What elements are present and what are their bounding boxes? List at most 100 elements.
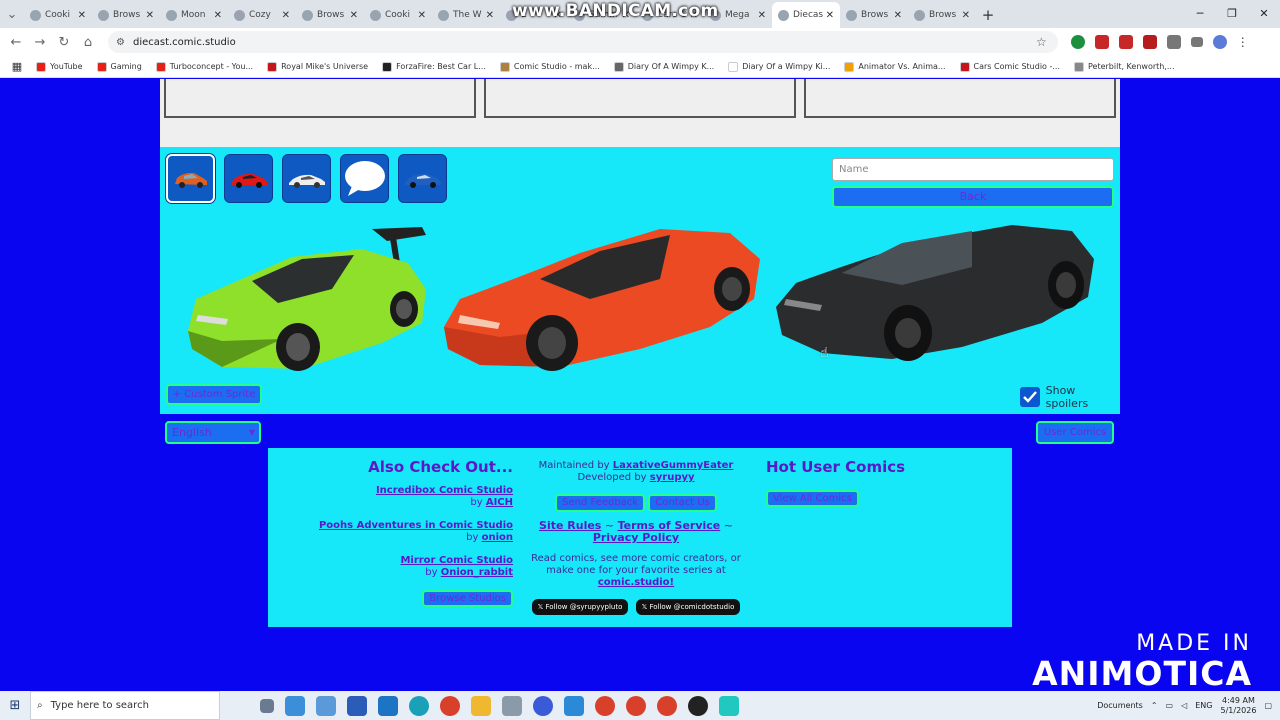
- apps-grid-icon[interactable]: ▦: [6, 60, 28, 73]
- sprite-thumb-speech-bubble[interactable]: [340, 154, 389, 203]
- show-spoilers-toggle[interactable]: Show spoilers: [1020, 384, 1120, 410]
- studio-link[interactable]: Incredibox Comic Studio: [376, 485, 513, 496]
- clock[interactable]: 4:49 AM 5/1/2026: [1221, 696, 1257, 716]
- puzzle-extensions-icon[interactable]: [1166, 35, 1181, 49]
- privacy-link[interactable]: Privacy Policy: [593, 531, 679, 544]
- sprite-thumb-white-car[interactable]: [282, 154, 331, 203]
- studio-link[interactable]: Mirror Comic Studio: [400, 555, 513, 566]
- close-tab-icon[interactable]: ✕: [894, 10, 902, 21]
- follow-comicdotstudio-button[interactable]: 𝕏 Follow @comicdotstudio: [635, 599, 741, 615]
- close-tab-icon[interactable]: ✕: [78, 10, 86, 21]
- author-link[interactable]: Onion_rabbit: [441, 567, 513, 578]
- sprite-thumb-blue-car[interactable]: [398, 154, 447, 203]
- volume-icon[interactable]: ◁: [1181, 701, 1187, 710]
- close-tab-icon[interactable]: ✕: [486, 10, 494, 21]
- browser-tab[interactable]: Brows ✕: [92, 2, 160, 28]
- notifications-icon[interactable]: ▢: [1264, 701, 1272, 710]
- chrome-icon[interactable]: [657, 695, 677, 716]
- bookmark-item[interactable]: Turboconcept - You...: [155, 61, 253, 72]
- network-icon[interactable]: ▭: [1166, 701, 1174, 710]
- bookmark-item[interactable]: Diary Of a Wimpy Ki...: [728, 61, 830, 72]
- chrome-icon[interactable]: [595, 695, 615, 716]
- menu-dots-icon[interactable]: ⋮: [1237, 35, 1249, 49]
- browser-tab[interactable]: Moon ✕: [160, 2, 228, 28]
- app-icon[interactable]: [316, 695, 336, 716]
- bookmark-item[interactable]: ForzaFire: Best Car L...: [382, 61, 486, 72]
- bookmark-item[interactable]: Comic Studio - mak...: [499, 61, 600, 72]
- lime-green-car-sprite[interactable]: [182, 219, 432, 379]
- language-select[interactable]: English ▼: [165, 421, 261, 444]
- bookmark-item[interactable]: Diary Of A Wimpy K...: [613, 61, 714, 72]
- reading-list-icon[interactable]: [1190, 37, 1203, 47]
- browser-tab[interactable]: Brows ✕: [296, 2, 364, 28]
- close-tab-icon[interactable]: ✕: [146, 10, 154, 21]
- close-tab-icon[interactable]: ✕: [962, 10, 970, 21]
- comic-name-input[interactable]: [832, 158, 1114, 181]
- browse-studios-button[interactable]: Browse Studios: [422, 590, 513, 607]
- browser-tab[interactable]: Brows ✕: [908, 2, 976, 28]
- chrome-icon[interactable]: [440, 695, 460, 716]
- browser-tab[interactable]: Brows ✕: [840, 2, 908, 28]
- close-tab-icon[interactable]: ✕: [826, 10, 834, 21]
- documents-label[interactable]: Documents: [1097, 701, 1143, 710]
- sprite-thumb-red-car[interactable]: [224, 154, 273, 203]
- forward-arrow-icon[interactable]: →: [28, 35, 52, 50]
- app-icon[interactable]: [719, 695, 739, 716]
- close-tab-icon[interactable]: ✕: [758, 10, 766, 21]
- chevron-up-icon[interactable]: ⌃: [1151, 701, 1158, 710]
- bookmark-item[interactable]: Peterbilt, Kenworth,...: [1074, 61, 1175, 72]
- contact-us-button[interactable]: Contact Us: [648, 494, 717, 512]
- minimize-icon[interactable]: ─: [1184, 0, 1216, 28]
- site-info-icon[interactable]: ⚙: [116, 37, 125, 48]
- author-link[interactable]: onion: [482, 532, 513, 543]
- close-tab-icon[interactable]: ✕: [350, 10, 358, 21]
- user-comics-button[interactable]: User Comics: [1036, 421, 1114, 444]
- bookmark-item[interactable]: Gaming: [96, 61, 142, 72]
- windows-start-icon[interactable]: ⊞: [0, 698, 30, 713]
- camera-extension-icon[interactable]: [1118, 35, 1133, 49]
- chrome-icon[interactable]: [626, 695, 646, 716]
- app-icon[interactable]: [533, 695, 553, 716]
- browser-tab[interactable]: The W ✕: [432, 2, 500, 28]
- send-feedback-button[interactable]: Send Feedback: [555, 494, 646, 512]
- restore-icon[interactable]: ❐: [1216, 0, 1248, 28]
- close-tab-icon[interactable]: ✕: [214, 10, 222, 21]
- record-extension-icon[interactable]: [1142, 35, 1157, 49]
- store-icon[interactable]: [564, 695, 584, 716]
- file-explorer-icon[interactable]: [471, 695, 491, 716]
- follow-syrupyy-button[interactable]: 𝕏 Follow @syrupyypluto: [531, 599, 629, 615]
- maintainer-link[interactable]: LaxativeGummyEater: [613, 460, 734, 471]
- bandicam-icon[interactable]: [688, 695, 708, 716]
- back-button[interactable]: Back: [832, 186, 1114, 208]
- developer-link[interactable]: syrupyy: [650, 472, 695, 483]
- back-arrow-icon[interactable]: ←: [4, 35, 28, 50]
- word-icon[interactable]: [347, 695, 367, 716]
- close-window-icon[interactable]: ✕: [1248, 0, 1280, 28]
- language-indicator[interactable]: ENG: [1195, 701, 1212, 710]
- bookmark-item[interactable]: Animator Vs. Anima...: [844, 61, 946, 72]
- record-extension-icon[interactable]: [1094, 35, 1109, 49]
- view-all-comics-button[interactable]: View All Comics: [766, 490, 859, 507]
- url-field[interactable]: ⚙ diecast.comic.studio: [108, 31, 1058, 53]
- checkmark-icon[interactable]: [1020, 387, 1040, 407]
- sprite-thumb-orange-car[interactable]: [166, 154, 215, 203]
- app-icon[interactable]: [378, 695, 398, 716]
- bookmark-item[interactable]: Royal Mike's Universe: [267, 61, 368, 72]
- edge-icon[interactable]: [409, 695, 429, 716]
- profile-avatar[interactable]: [1212, 35, 1227, 49]
- task-view-icon[interactable]: [260, 698, 274, 713]
- browser-tab[interactable]: Diecas ✕: [772, 2, 840, 28]
- browser-tab[interactable]: Cooki ✕: [364, 2, 432, 28]
- studio-link[interactable]: Poohs Adventures in Comic Studio: [319, 520, 513, 531]
- bookmark-item[interactable]: YouTube: [36, 61, 83, 72]
- comic-editor-stage[interactable]: Back: [160, 147, 1120, 414]
- bookmark-star-icon[interactable]: ☆: [1036, 35, 1047, 49]
- orange-car-sprite[interactable]: [440, 219, 766, 379]
- custom-sprite-button[interactable]: + Custom Sprite: [166, 384, 262, 405]
- app-icon[interactable]: [285, 695, 305, 716]
- browser-tab[interactable]: Cozy ✕: [228, 2, 296, 28]
- home-icon[interactable]: ⌂: [76, 35, 100, 50]
- new-tab-button[interactable]: +: [976, 2, 1000, 28]
- shield-extension-icon[interactable]: [1070, 35, 1085, 49]
- reload-icon[interactable]: ↻: [52, 35, 76, 50]
